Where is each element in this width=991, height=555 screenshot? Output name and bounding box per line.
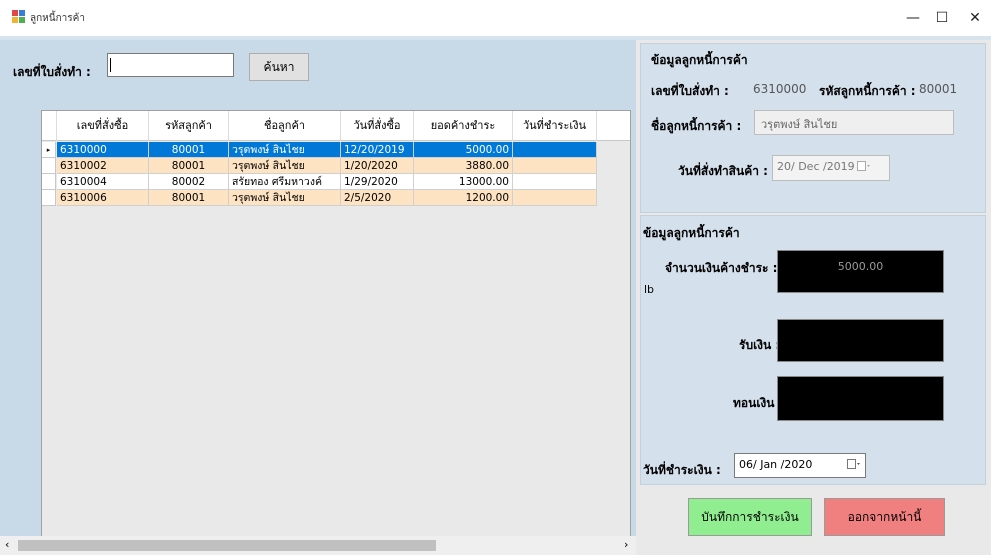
table-cell[interactable]: 13000.00 <box>414 174 513 190</box>
table-cell[interactable] <box>513 158 597 174</box>
table-cell[interactable]: สรัยทอง ศรีมหาวงค์ <box>229 174 341 190</box>
debtor-code-label: รหัสลูกหนี้การค้า : <box>819 84 916 98</box>
table-cell[interactable]: 6310000 <box>57 142 149 158</box>
payment-heading: ข้อมูลลูกหนี้การค้า <box>643 226 740 240</box>
table-cell[interactable] <box>513 142 597 158</box>
grid-corner <box>42 111 57 141</box>
table-cell[interactable]: 6310004 <box>57 174 149 190</box>
change-label: ทอนเงิน : <box>733 396 784 410</box>
table-row[interactable]: ▸ 6310000 80001 วรุตพงษ์ สินไชย 12/20/2019 50… <box>42 142 630 158</box>
table-row[interactable]: 6310006 80001 วรุตพงษ์ สินไชย 2/5/2020 1200.… <box>42 190 630 206</box>
app-window: ลูกหนี้การค้า — ☐ ✕ เลขที่ใบสั่งทำ : ค้น… <box>0 0 991 555</box>
table-cell[interactable]: 6310006 <box>57 190 149 206</box>
scroll-left-icon[interactable]: ‹ <box>5 538 9 551</box>
table-cell[interactable]: 2/5/2020 <box>341 190 414 206</box>
pay-date-value: 06/ Jan /2020 <box>739 458 813 471</box>
table-cell[interactable]: วรุตพงษ์ สินไชย <box>229 142 341 158</box>
order-no-label: เลขที่ใบสั่งทำ : <box>651 84 729 98</box>
pay-date-label: วันที่ชำระเงิน : <box>643 463 721 477</box>
unit-label: lb <box>644 283 655 296</box>
row-header[interactable]: ▸ <box>42 142 56 158</box>
exit-page-button[interactable]: ออกจากหน้านี้ <box>824 498 945 536</box>
outstanding-label: จำนวนเงินค้างชำระ : <box>665 261 778 275</box>
debtor-info-group: ข้อมูลลูกหนี้การค้า เลขที่ใบสั่งทำ : 631… <box>640 43 986 213</box>
table-row[interactable]: 6310004 80002 สรัยทอง ศรีมหาวงค์ 1/29/2020 1… <box>42 174 630 190</box>
column-header[interactable]: เลขที่สั่งซื้อ <box>57 111 149 141</box>
search-button[interactable]: ค้นหา <box>249 53 309 81</box>
search-label: เลขที่ใบสั่งทำ : <box>13 65 91 79</box>
table-cell[interactable]: วรุตพงษ์ สินไชย <box>229 190 341 206</box>
received-label: รับเงิน : <box>739 338 781 352</box>
title-bar: ลูกหนี้การค้า — ☐ ✕ <box>0 0 991 36</box>
table-cell[interactable]: 1/20/2020 <box>341 158 414 174</box>
table-cell[interactable]: 1200.00 <box>414 190 513 206</box>
order-date-picker[interactable]: 20/ Dec /2019 <box>772 155 890 181</box>
calendar-dropdown-icon[interactable] <box>847 459 861 470</box>
scrollbar-thumb[interactable] <box>18 540 436 551</box>
table-cell[interactable]: 1/29/2020 <box>341 174 414 190</box>
order-no-value: 6310000 <box>753 82 807 96</box>
table-cell[interactable]: 12/20/2019 <box>341 142 414 158</box>
scroll-right-icon[interactable]: › <box>624 538 628 551</box>
order-date-value: 20/ Dec /2019 <box>777 160 855 173</box>
table-cell[interactable] <box>513 190 597 206</box>
table-cell[interactable]: 80002 <box>149 174 229 190</box>
debtor-code-value: 80001 <box>919 82 958 96</box>
table-cell[interactable]: วรุตพงษ์ สินไชย <box>229 158 341 174</box>
table-cell[interactable]: 5000.00 <box>414 142 513 158</box>
debtor-name-field[interactable]: วรุตพงษ์ สินไชย <box>754 110 954 135</box>
table-cell[interactable]: 6310002 <box>57 158 149 174</box>
table-cell[interactable]: 80001 <box>149 142 229 158</box>
orders-grid: เลขที่สั่งซื้อ รหัสลูกค้า ชื่อลูกค้า วัน… <box>41 110 631 537</box>
table-cell[interactable]: 80001 <box>149 190 229 206</box>
row-header[interactable] <box>42 174 56 190</box>
debtor-name-label: ชื่อลูกหนี้การค้า : <box>651 119 742 133</box>
text-caret <box>110 58 111 72</box>
save-payment-button[interactable]: บันทึกการชำระเงิน <box>688 498 812 536</box>
table-cell[interactable] <box>513 174 597 190</box>
row-header[interactable] <box>42 158 56 174</box>
column-header[interactable]: ยอดค้างชำระ <box>414 111 513 141</box>
change-amount-field[interactable] <box>777 376 944 421</box>
grid-header: เลขที่สั่งซื้อ รหัสลูกค้า ชื่อลูกค้า วัน… <box>42 111 630 141</box>
outstanding-amount-field[interactable]: 5000.00 <box>777 250 944 293</box>
table-row[interactable]: 6310002 80001 วรุตพงษ์ สินไชย 1/20/2020 3880… <box>42 158 630 174</box>
close-button[interactable]: ✕ <box>955 6 991 30</box>
column-header[interactable]: รหัสลูกค้า <box>149 111 229 141</box>
order-number-input[interactable] <box>107 53 234 77</box>
pay-date-picker[interactable]: 06/ Jan /2020 <box>734 453 866 478</box>
payment-group: ข้อมูลลูกหนี้การค้า จำนวนเงินค้างชำระ : … <box>640 215 986 485</box>
row-header[interactable] <box>42 190 56 206</box>
column-header[interactable]: วันที่ชำระเงิน <box>513 111 597 141</box>
order-date-label: วันที่สั่งทำสินค้า : <box>678 164 768 178</box>
horizontal-scrollbar[interactable]: ‹ › <box>0 536 636 555</box>
window-title: ลูกหนี้การค้า <box>30 13 85 24</box>
debtor-info-heading: ข้อมูลลูกหนี้การค้า <box>651 53 748 67</box>
table-cell[interactable]: 3880.00 <box>414 158 513 174</box>
calendar-dropdown-icon[interactable] <box>857 161 871 172</box>
column-header[interactable]: ชื่อลูกค้า <box>229 111 341 141</box>
app-icon <box>12 10 25 23</box>
received-amount-field[interactable] <box>777 319 944 362</box>
column-header[interactable]: วันที่สั่งซื้อ <box>341 111 414 141</box>
table-cell[interactable]: 80001 <box>149 158 229 174</box>
